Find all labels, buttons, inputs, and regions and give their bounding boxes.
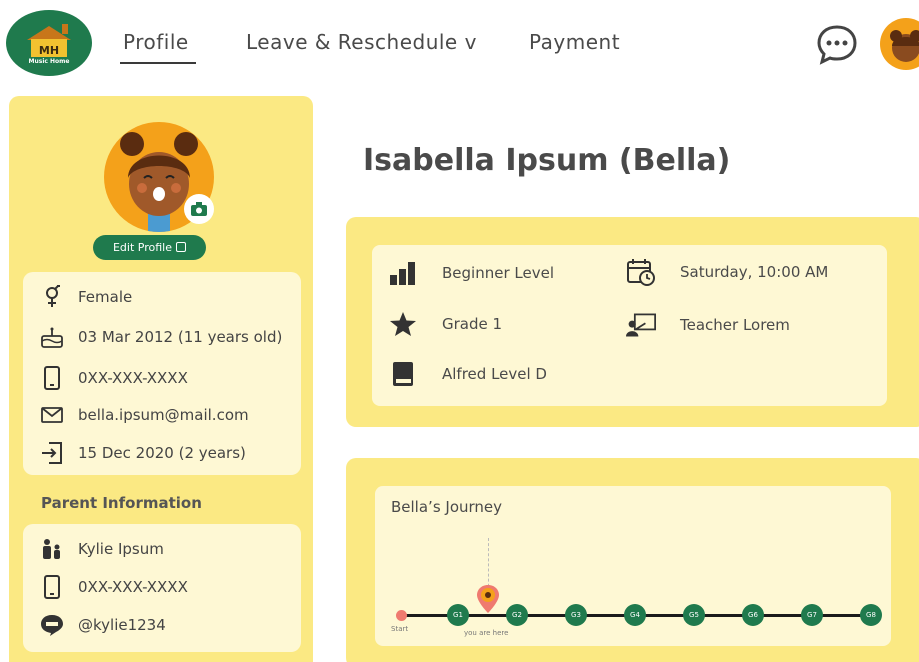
journey-card: Bella’s Journey Start G1 G2 G3 G4 G5 G6 G7 G8 y… (375, 486, 891, 646)
email-value: bella.ipsum@mail.com (78, 406, 249, 424)
parent-line-row: @kylie1234 (39, 612, 166, 638)
camera-icon (191, 202, 207, 216)
teacher-icon (626, 310, 656, 340)
parent-info-card: Kylie Ipsum 0XX-XXX-XXXX @kylie1234 (23, 524, 301, 652)
gender-row: Female (39, 284, 132, 310)
gender-value: Female (78, 288, 133, 306)
level-value: Beginner Level (442, 264, 554, 282)
journey-node[interactable]: G8 (860, 604, 882, 626)
phone-value: 0XX-XXX-XXXX (78, 369, 188, 387)
sign-in-icon (39, 441, 65, 465)
you-are-here-label: you are here (464, 629, 509, 637)
teacher-item: Teacher Lorem (626, 310, 790, 340)
journey-node[interactable]: G4 (624, 604, 646, 626)
nav-leave-reschedule[interactable]: Leave & Reschedule v (246, 30, 477, 54)
logo-name: Music Home (28, 58, 70, 65)
level-item: Beginner Level (388, 258, 554, 288)
teacher-value: Teacher Lorem (680, 316, 790, 334)
change-photo-button[interactable] (184, 194, 214, 224)
star-icon (388, 309, 418, 339)
parent-name-value: Kylie Ipsum (78, 540, 164, 558)
edit-profile-label: Edit Profile (112, 241, 172, 254)
parent-phone-row: 0XX-XXX-XXXX (39, 574, 188, 600)
nav-payment[interactable]: Payment (529, 30, 620, 54)
gender-icon (39, 285, 65, 309)
journey-start-label: Start (391, 625, 409, 633)
journey-start-dot (396, 610, 407, 621)
line-app-icon (39, 613, 65, 637)
phone-row: 0XX-XXX-XXXX (39, 365, 188, 391)
house-logo-icon: MH (27, 24, 71, 57)
bar-chart-icon (388, 258, 418, 288)
journey-node[interactable]: G6 (742, 604, 764, 626)
book-item: Alfred Level D (388, 359, 547, 389)
joined-row: 15 Dec 2020 (2 years) (39, 440, 246, 466)
parent-phone-value: 0XX-XXX-XXXX (78, 578, 188, 596)
edit-profile-button[interactable]: Edit Profile (93, 235, 206, 260)
calendar-clock-icon (626, 257, 656, 287)
birthday-value: 03 Mar 2012 (11 years old) (78, 328, 283, 346)
mail-icon (39, 403, 65, 427)
email-row: bella.ipsum@mail.com (39, 402, 249, 428)
family-icon (39, 537, 65, 561)
birthday-row: 03 Mar 2012 (11 years old) (39, 324, 282, 350)
student-summary-card: Beginner Level Grade 1 Alfred Level D Sa… (372, 245, 887, 406)
logo[interactable]: MH Music Home (6, 10, 92, 76)
journey-node[interactable]: G1 (447, 604, 469, 626)
header-avatar[interactable] (880, 18, 919, 70)
journey-node[interactable]: G7 (801, 604, 823, 626)
journey-title: Bella’s Journey (391, 498, 503, 516)
student-name: Isabella Ipsum (Bella) (363, 143, 731, 178)
mobile-phone-icon (39, 366, 65, 390)
parent-name-row: Kylie Ipsum (39, 536, 164, 562)
logo-initials: MH (39, 44, 59, 57)
active-tab-indicator (120, 62, 196, 64)
joined-value: 15 Dec 2020 (2 years) (78, 444, 246, 462)
schedule-value: Saturday, 10:00 AM (680, 263, 829, 281)
book-value: Alfred Level D (442, 365, 547, 383)
schedule-item: Saturday, 10:00 AM (626, 257, 828, 287)
nav-profile[interactable]: Profile (123, 30, 189, 54)
grade-item: Grade 1 (388, 309, 502, 339)
parent-line-value: @kylie1234 (78, 616, 166, 634)
book-icon (388, 359, 418, 389)
grade-value: Grade 1 (442, 315, 503, 333)
personal-info-card: Female 03 Mar 2012 (11 years old) 0XX-XX… (23, 272, 301, 475)
journey-node[interactable]: G3 (565, 604, 587, 626)
mobile-phone-icon (39, 575, 65, 599)
parent-info-heading: Parent Information (41, 494, 202, 512)
profile-sidebar: Edit Profile Female 03 Mar 2012 (11 year… (9, 96, 313, 662)
journey-node[interactable]: G2 (506, 604, 528, 626)
edit-icon (176, 242, 186, 252)
birthday-cake-icon (39, 325, 65, 349)
journey-node[interactable]: G5 (683, 604, 705, 626)
chat-bubble-icon[interactable] (815, 23, 859, 67)
location-pin-icon (476, 584, 500, 618)
